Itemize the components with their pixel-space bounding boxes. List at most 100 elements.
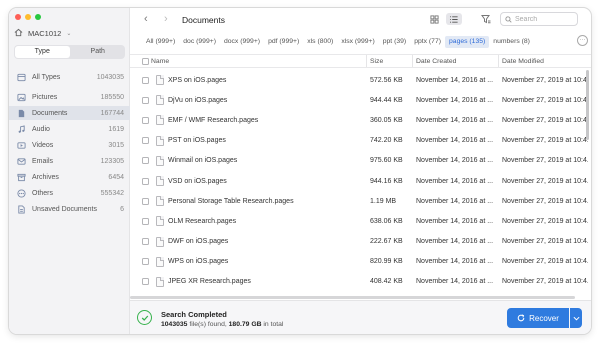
date-modified: November 27, 2019 at 10:4... bbox=[502, 217, 588, 225]
sidebar-item-count: 1619 bbox=[108, 125, 124, 133]
file-size: 408.42 KB bbox=[370, 278, 403, 286]
column-header-date-created[interactable]: Date Created bbox=[412, 55, 456, 67]
filter-tab-pages[interactable]: pages (135) bbox=[445, 36, 490, 48]
sidebar-item-count: 1043035 bbox=[96, 73, 124, 81]
table-row[interactable]: WPS on iOS.pages 820.99 KB November 14, … bbox=[130, 252, 591, 272]
filter-tab-xls[interactable]: xls (800) bbox=[303, 36, 337, 48]
device-selector[interactable]: MAC1012 ⌄ bbox=[14, 28, 71, 39]
sidebar-item-all-types[interactable]: All Types 1043035 bbox=[9, 70, 130, 84]
date-created: November 14, 2016 at ... bbox=[416, 258, 494, 266]
filter-tab-all[interactable]: All (999+) bbox=[142, 36, 179, 48]
forward-button[interactable]: › bbox=[164, 13, 168, 25]
select-all-checkbox[interactable] bbox=[142, 55, 149, 67]
sidebar-item-documents[interactable]: Documents 167744 bbox=[9, 106, 130, 120]
table-row[interactable]: JPEG XR Research.pages 408.42 KB Novembe… bbox=[130, 272, 591, 292]
sidebar-item-emails[interactable]: Emails 123305 bbox=[9, 154, 130, 168]
filter-tab-docx[interactable]: docx (999+) bbox=[220, 36, 264, 48]
row-checkbox[interactable] bbox=[142, 232, 149, 252]
column-header-name[interactable]: Name bbox=[151, 55, 169, 67]
search-status-title: Search Completed bbox=[161, 310, 227, 319]
filter-tab-xlsx[interactable]: xlsx (999+) bbox=[337, 36, 378, 48]
main-panel: ‹ › Documents All (999+) doc (999+) docx… bbox=[130, 8, 591, 334]
column-header-size[interactable]: Size bbox=[366, 55, 383, 67]
table-row[interactable]: EMF / WMF Research.pages 360.05 KB Novem… bbox=[130, 110, 591, 130]
date-modified: November 27, 2019 at 10:4... bbox=[502, 238, 588, 246]
close-window-button[interactable] bbox=[15, 14, 21, 20]
table-row[interactable]: OLM Research.pages 638.06 KB November 14… bbox=[130, 211, 591, 231]
date-created: November 14, 2016 at ... bbox=[416, 197, 494, 205]
row-checkbox[interactable] bbox=[142, 191, 149, 211]
sidebar-item-count: 555342 bbox=[100, 189, 124, 197]
file-name: EMF / WMF Research.pages bbox=[168, 116, 259, 124]
table-row[interactable]: Winmail on iOS.pages 975.60 KB November … bbox=[130, 151, 591, 171]
list-view-button[interactable] bbox=[446, 13, 462, 25]
table-row[interactable]: VSD on iOS.pages 944.16 KB November 14, … bbox=[130, 171, 591, 191]
table-row[interactable]: DjVu on iOS.pages 944.44 KB November 14,… bbox=[130, 90, 591, 110]
sidebar-item-archives[interactable]: Archives 6454 bbox=[9, 170, 130, 184]
search-input[interactable] bbox=[515, 15, 575, 23]
row-checkbox[interactable] bbox=[142, 252, 149, 272]
recover-options-button[interactable] bbox=[570, 308, 582, 328]
date-modified: November 27, 2019 at 10:4... bbox=[502, 157, 588, 165]
row-checkbox[interactable] bbox=[142, 272, 149, 292]
recover-button[interactable]: Recover bbox=[507, 308, 569, 328]
sidebar-item-pictures[interactable]: Pictures 185550 bbox=[9, 90, 130, 104]
sidebar-item-count: 167744 bbox=[100, 109, 124, 117]
search-icon bbox=[505, 15, 512, 23]
column-header-date-modified[interactable]: Date Modified bbox=[498, 55, 588, 67]
sidebar-item-others[interactable]: Others 555342 bbox=[9, 186, 130, 200]
date-created: November 14, 2016 at ... bbox=[416, 217, 494, 225]
sidebar-item-videos[interactable]: Videos 3015 bbox=[9, 138, 130, 152]
segment-path[interactable]: Path bbox=[71, 45, 126, 59]
minimize-window-button[interactable] bbox=[25, 14, 31, 20]
row-checkbox[interactable] bbox=[142, 151, 149, 171]
filter-tab-numbers[interactable]: numbers (8) bbox=[489, 36, 534, 48]
file-name: Winmail on iOS.pages bbox=[168, 157, 238, 165]
checkmark-icon bbox=[137, 310, 152, 325]
sidebar-item-count: 123305 bbox=[100, 157, 124, 165]
video-icon bbox=[15, 141, 27, 150]
filter-tab-pdf[interactable]: pdf (999+) bbox=[264, 36, 303, 48]
segment-type[interactable]: Type bbox=[15, 46, 70, 58]
row-checkbox[interactable] bbox=[142, 90, 149, 110]
more-filters-button[interactable]: ··· bbox=[577, 35, 588, 46]
filter-tab-doc[interactable]: doc (999+) bbox=[179, 36, 220, 48]
row-checkbox[interactable] bbox=[142, 70, 149, 90]
filter-button[interactable] bbox=[478, 13, 494, 25]
horizontal-scrollbar[interactable] bbox=[130, 296, 575, 299]
back-button[interactable]: ‹ bbox=[144, 13, 148, 25]
row-checkbox[interactable] bbox=[142, 171, 149, 191]
row-checkbox[interactable] bbox=[142, 110, 149, 130]
table-row[interactable]: Personal Storage Table Research.pages 1.… bbox=[130, 191, 591, 211]
table-row[interactable]: PST on iOS.pages 742.20 KB November 14, … bbox=[130, 131, 591, 151]
row-checkbox[interactable] bbox=[142, 211, 149, 231]
filter-tab-pptx[interactable]: pptx (77) bbox=[410, 36, 445, 48]
sidebar-item-count: 185550 bbox=[100, 93, 124, 101]
vertical-scrollbar[interactable] bbox=[586, 70, 589, 140]
sidebar-item-label: Documents bbox=[32, 109, 68, 117]
pages-file-icon bbox=[156, 155, 164, 166]
document-icon bbox=[15, 109, 27, 118]
pages-file-icon bbox=[156, 115, 164, 126]
recover-icon bbox=[517, 314, 525, 322]
grid-view-button[interactable] bbox=[426, 13, 442, 25]
date-modified: November 27, 2019 at 10:4... bbox=[502, 177, 588, 185]
sidebar-item-audio[interactable]: Audio 1619 bbox=[9, 122, 130, 136]
file-size: 222.67 KB bbox=[370, 238, 403, 246]
filter-icon bbox=[481, 15, 491, 24]
row-checkbox[interactable] bbox=[142, 131, 149, 151]
date-created: November 14, 2016 at ... bbox=[416, 177, 494, 185]
search-box[interactable] bbox=[500, 12, 578, 26]
toolbar: ‹ › Documents bbox=[130, 8, 591, 32]
filter-tab-ppt[interactable]: ppt (39) bbox=[379, 36, 410, 48]
total-size: 180.79 GB bbox=[228, 321, 262, 328]
table-row[interactable]: DWF on iOS.pages 222.67 KB November 14, … bbox=[130, 232, 591, 252]
file-size: 1.19 MB bbox=[370, 197, 397, 205]
audio-icon bbox=[15, 124, 27, 134]
table-row[interactable]: XPS on iOS.pages 572.56 KB November 14, … bbox=[130, 70, 591, 90]
email-icon bbox=[15, 157, 27, 166]
pages-file-icon bbox=[156, 236, 164, 247]
file-size: 360.05 KB bbox=[370, 116, 403, 124]
maximize-window-button[interactable] bbox=[35, 14, 41, 20]
sidebar-item-unsaved-documents[interactable]: Unsaved Documents 6 bbox=[9, 202, 130, 216]
